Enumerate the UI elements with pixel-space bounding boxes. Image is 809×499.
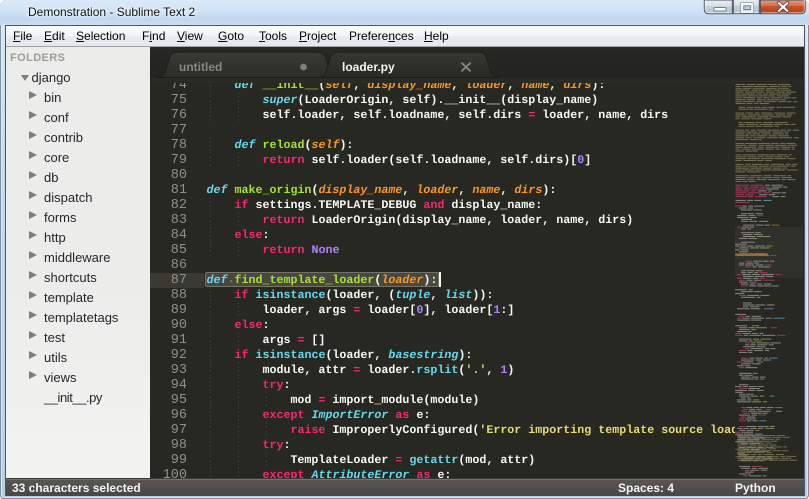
svg-text:untitled: untitled [179, 60, 222, 74]
svg-text:loader.py: loader.py [342, 60, 395, 74]
